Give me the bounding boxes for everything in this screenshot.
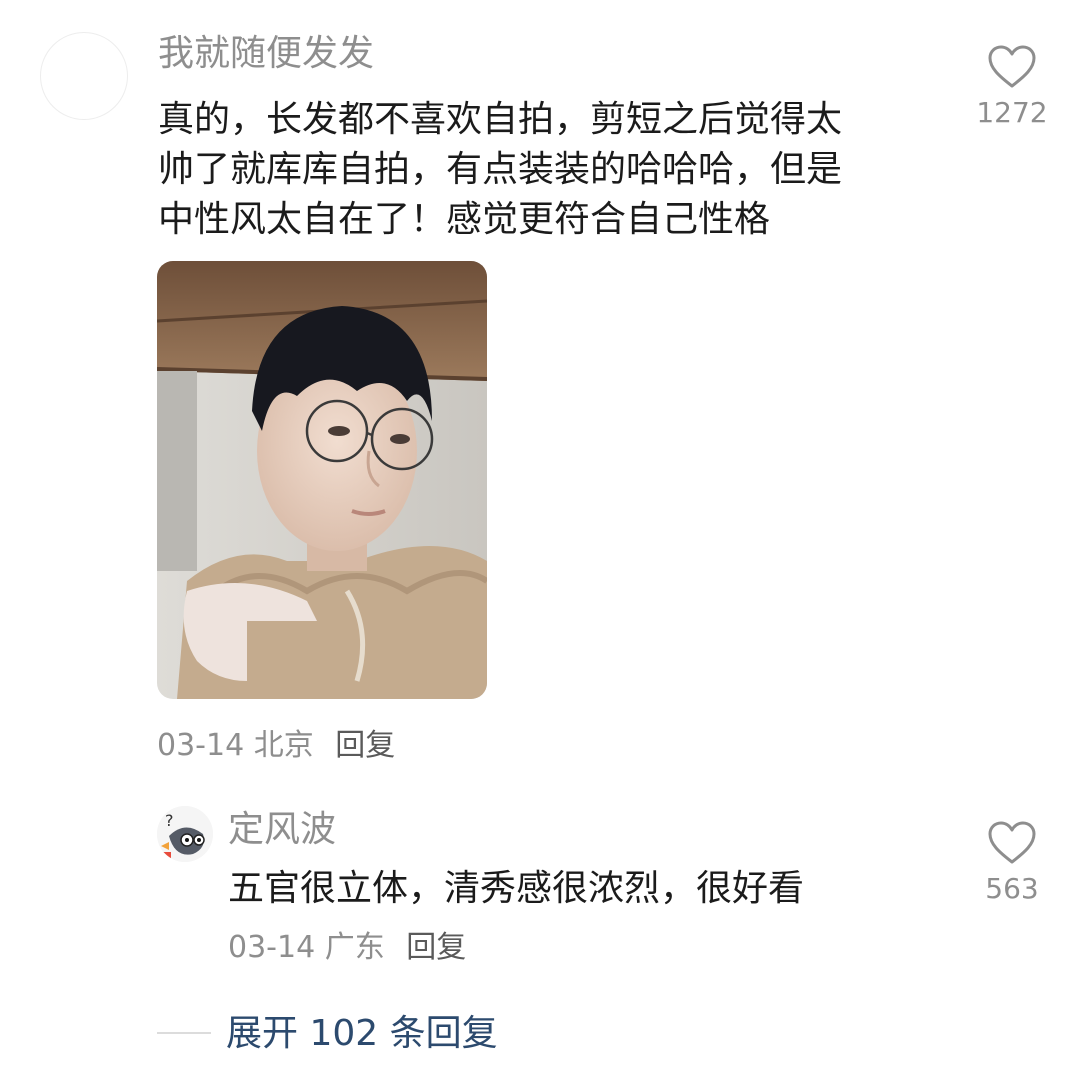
heart-outline-icon [988, 821, 1036, 864]
comment-text-line: 中性风太自在了！感觉更符合自己性格 [158, 199, 771, 240]
reply-like-button[interactable]: 563 [967, 820, 1057, 906]
comment-date: 03-14 [157, 728, 245, 763]
comment-username[interactable]: 我就随便发发 [158, 32, 374, 76]
expand-divider [157, 1032, 211, 1034]
heart-outline-icon [988, 45, 1036, 88]
comment-text-line: 帅了就库库自拍，有点装装的哈哈哈，但是 [158, 149, 843, 190]
bird-cartoon-avatar-icon: ? [157, 806, 213, 862]
selfie-photo [157, 261, 487, 699]
comment-thread: 我就随便发发 真的，长发都不喜欢自拍，剪短之后觉得太 帅了就库库自拍，有点装装的… [0, 0, 1080, 1087]
comment-photo[interactable] [157, 261, 487, 699]
expand-replies-button[interactable]: 展开 102 条回复 [226, 1012, 498, 1056]
reply-like-count: 563 [985, 872, 1039, 905]
comment-meta: 03-14 北京 回复 [157, 728, 395, 764]
reply-meta: 03-14 广东 回复 [228, 930, 466, 966]
reply-avatar[interactable]: ? [157, 806, 213, 862]
comment-text-line: 真的，长发都不喜欢自拍，剪短之后觉得太 [158, 99, 843, 140]
avatar[interactable] [40, 32, 128, 120]
reply-text: 五官很立体，清秀感很浓烈，很好看 [228, 868, 805, 909]
comment-location: 北京 [253, 728, 314, 763]
reply-location: 广东 [324, 930, 385, 965]
comment-like-count: 1272 [976, 96, 1048, 129]
svg-text:?: ? [165, 811, 174, 830]
reply-username[interactable]: 定风波 [228, 808, 336, 852]
reply-date: 03-14 [228, 930, 316, 965]
comment-like-button[interactable]: 1272 [967, 44, 1057, 130]
comment-reply-button[interactable]: 回复 [335, 728, 395, 763]
reply-reply-button[interactable]: 回复 [406, 930, 466, 965]
comment-text: 真的，长发都不喜欢自拍，剪短之后觉得太 帅了就库库自拍，有点装装的哈哈哈，但是 … [158, 95, 918, 245]
